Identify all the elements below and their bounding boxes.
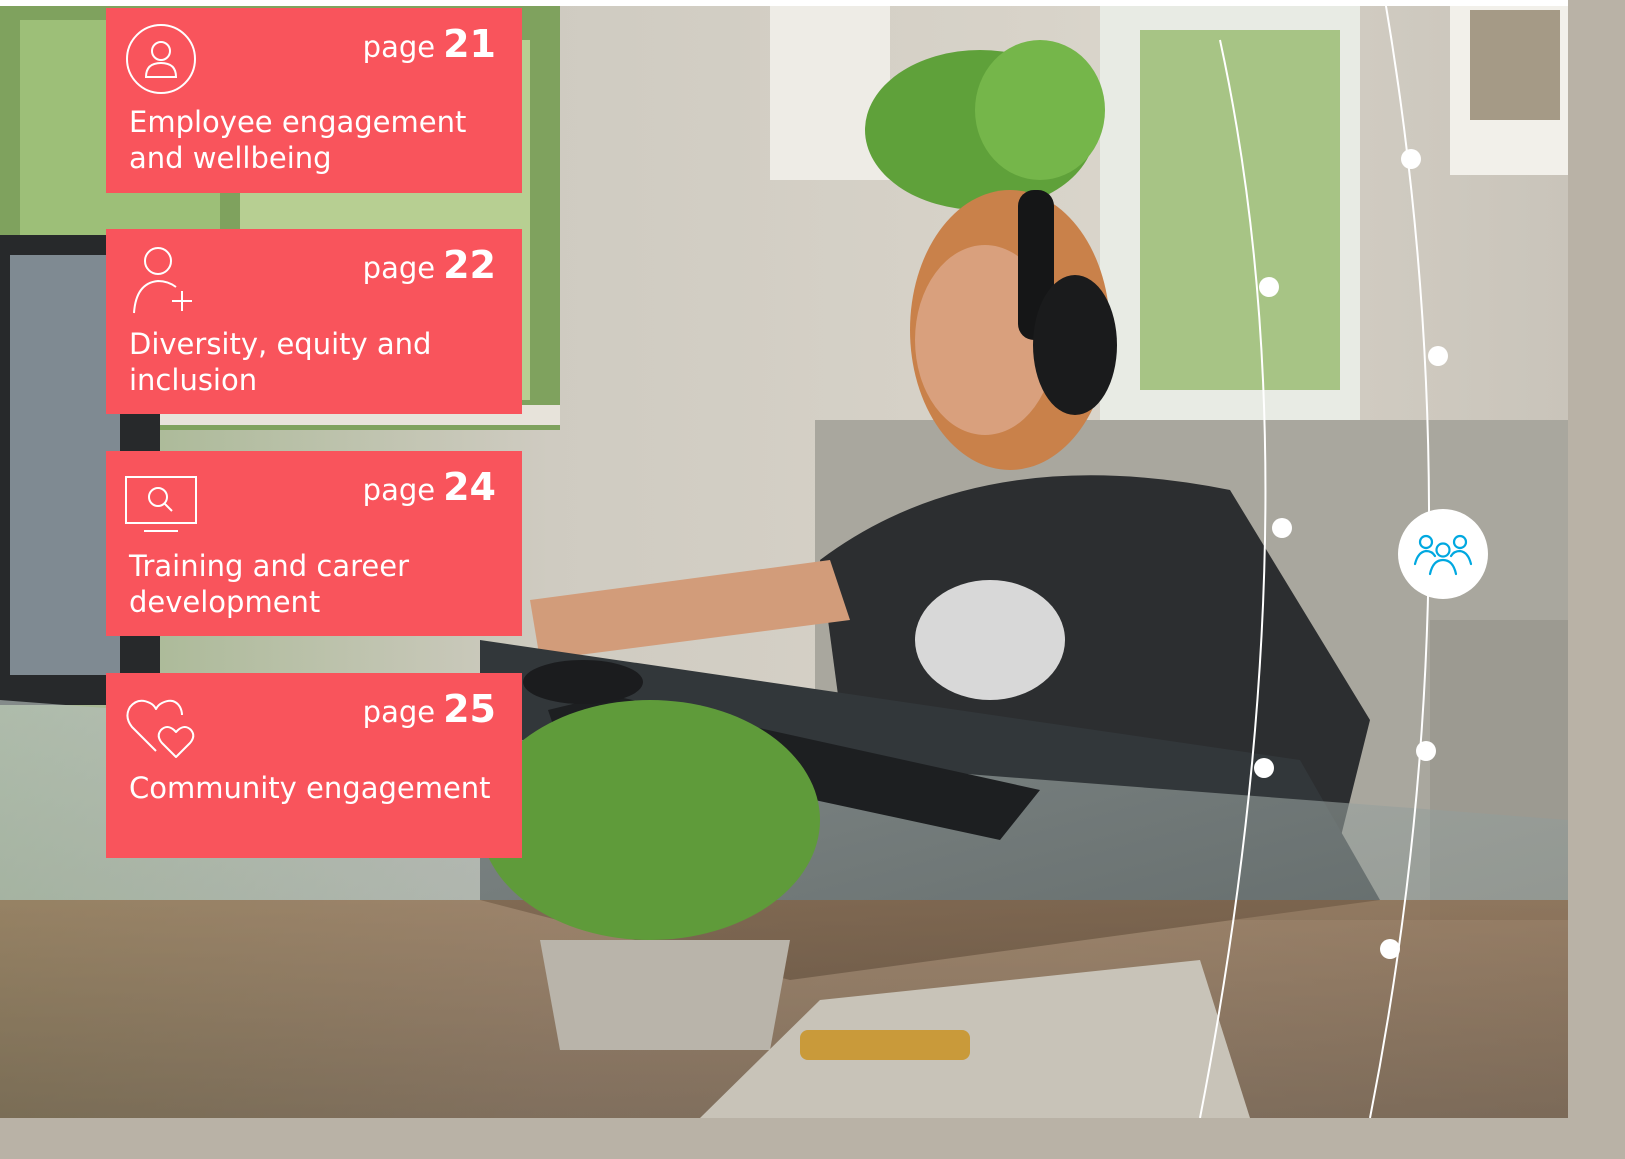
page-label: page xyxy=(362,473,436,507)
page-number: 21 xyxy=(443,22,496,66)
page-number: 25 xyxy=(443,687,496,731)
page-reference: page 21 xyxy=(363,22,496,66)
card-title: Training and career development xyxy=(129,549,410,619)
people-group-badge xyxy=(1398,509,1488,599)
page-label: page xyxy=(362,251,436,285)
page-label: page xyxy=(362,695,436,729)
card-title: Employee engagement and wellbeing xyxy=(129,105,467,175)
hearts-icon xyxy=(126,699,195,758)
top-border xyxy=(0,0,1568,6)
monitor-search-icon xyxy=(125,476,197,532)
card-title: Diversity, equity and inclusion xyxy=(129,327,432,397)
page-number: 24 xyxy=(443,465,496,509)
page-number: 22 xyxy=(443,243,496,287)
card-training-career-development[interactable]: page 24 Training and career development xyxy=(106,451,522,636)
person-add-icon xyxy=(133,247,192,314)
page-label: page xyxy=(362,30,436,64)
card-title: Community engagement xyxy=(129,771,491,805)
person-icon xyxy=(126,24,196,94)
page-reference: page 22 xyxy=(363,243,496,287)
page-reference: page 25 xyxy=(363,687,496,731)
card-employee-engagement[interactable]: page 21 Employee engagement and wellbein… xyxy=(106,8,522,193)
card-community-engagement[interactable]: page 25 Community engagement xyxy=(106,673,522,858)
card-diversity-equity-inclusion[interactable]: page 22 Diversity, equity and inclusion xyxy=(106,229,522,414)
people-group-icon xyxy=(1413,534,1473,576)
page-reference: page 24 xyxy=(363,465,496,509)
